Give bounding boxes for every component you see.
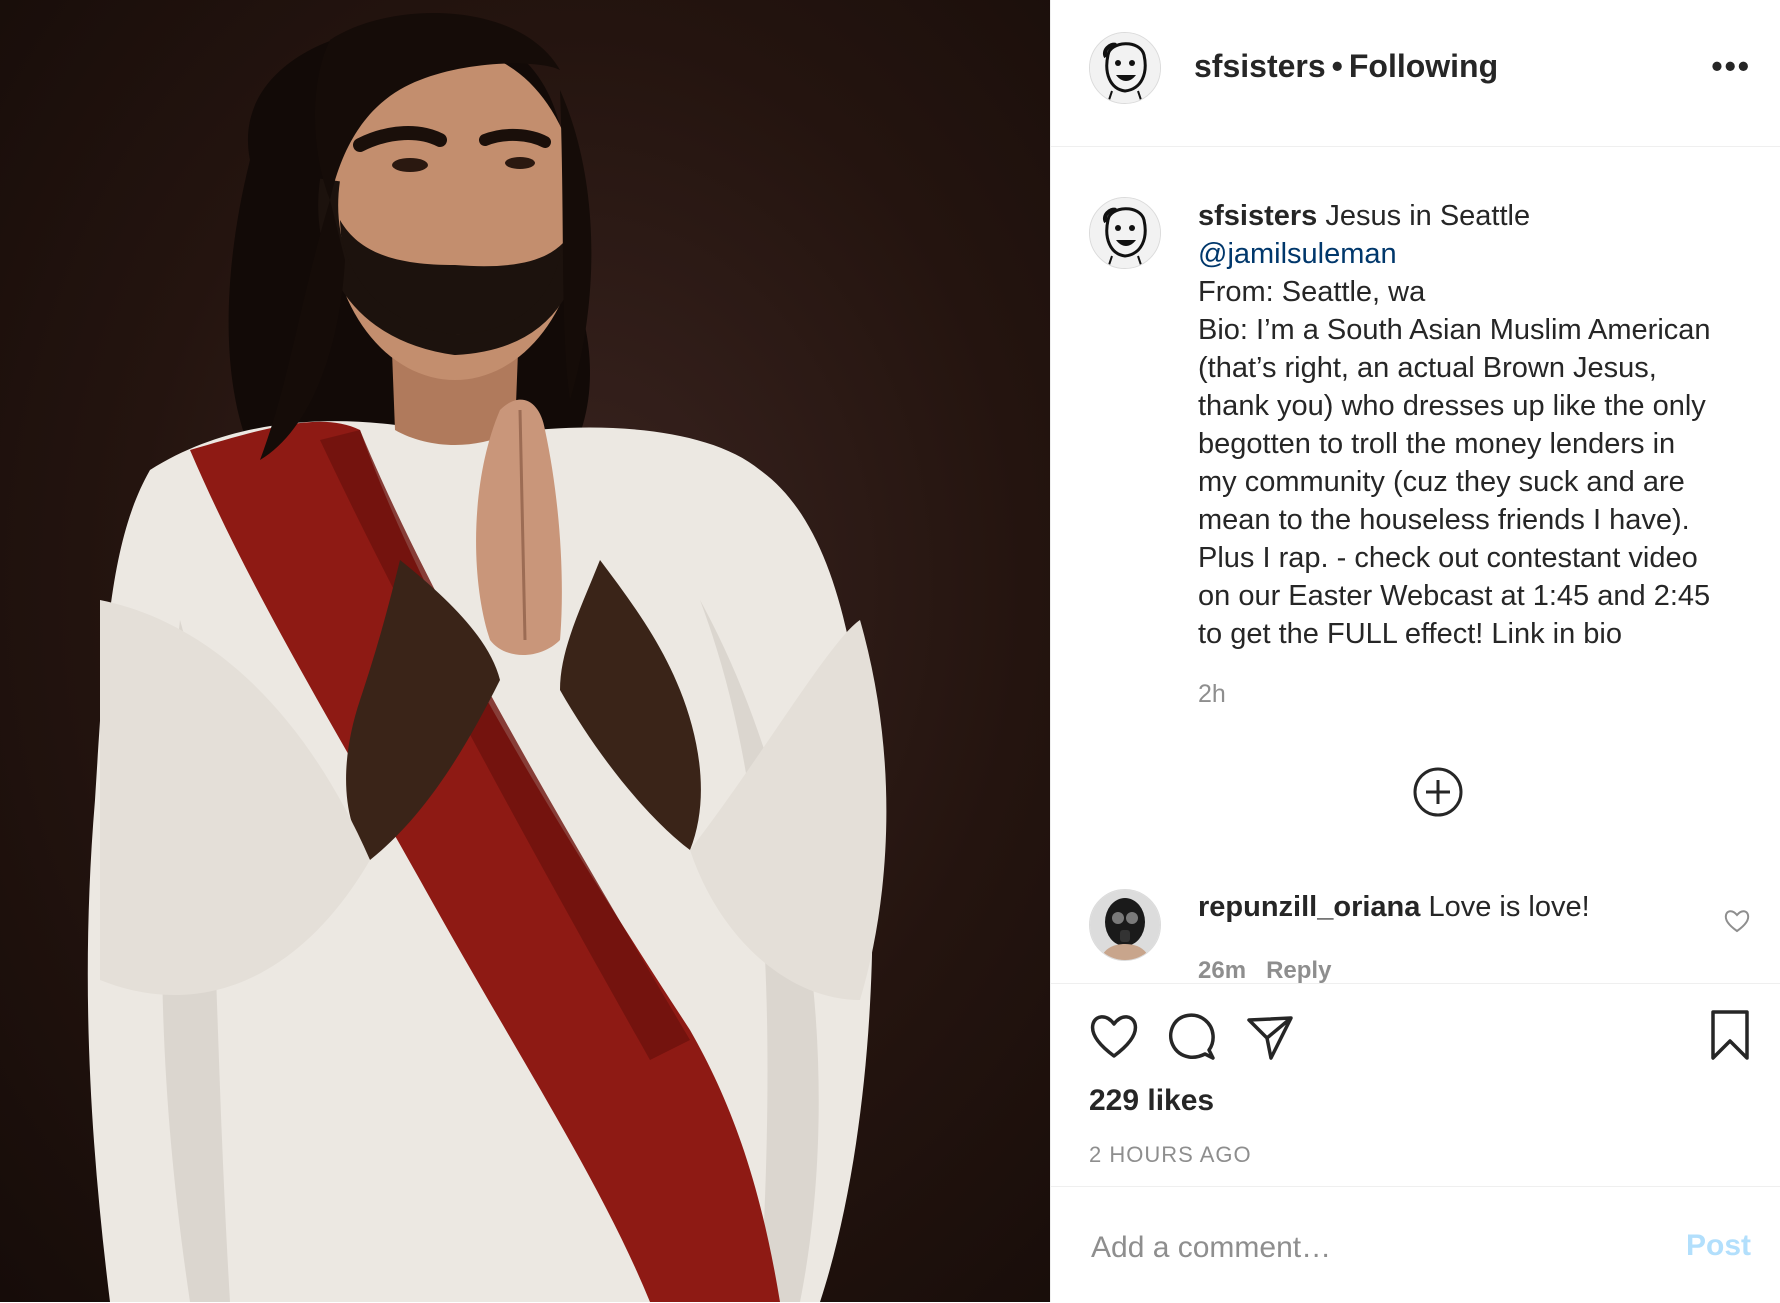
caption-line: Bio: I’m a South Asian Muslim American (1198, 314, 1711, 346)
post-comment-button[interactable]: Post (1686, 1229, 1751, 1263)
add-comment-bar: Post (1051, 1186, 1780, 1303)
comment-text: repunzill_oriana Love is love! (1198, 891, 1590, 924)
post-actions: 229 likes 2 HOURS AGO (1051, 983, 1780, 1184)
caption-line: to get the FULL effect! Link in bio (1198, 618, 1622, 650)
header-separator: • (1331, 48, 1343, 84)
more-options-icon[interactable]: ••• (1711, 48, 1751, 85)
caption-avatar[interactable] (1089, 197, 1161, 269)
header-title: sfsisters • Following (1194, 48, 1498, 85)
caption-line: (that’s right, an actual Brown Jesus, (1198, 352, 1657, 384)
caption-line: Plus I rap. - check out contestant video (1198, 542, 1698, 574)
likes-count[interactable]: 229 likes (1089, 1084, 1214, 1118)
bookmark-icon[interactable] (1703, 1008, 1757, 1062)
comment-avatar[interactable] (1089, 889, 1161, 961)
post-photo[interactable] (0, 0, 1050, 1302)
share-icon[interactable] (1243, 1010, 1297, 1064)
comment-time: 26m (1198, 957, 1247, 983)
caption-line: begotten to troll the money lenders in (1198, 428, 1676, 460)
post-image (87, 12, 887, 1302)
caption: sfsisters Jesus in Seattle @jamilsuleman… (1198, 197, 1758, 653)
heart-icon[interactable] (1087, 1010, 1141, 1064)
comments-area[interactable]: sfsisters Jesus in Seattle @jamilsuleman… (1051, 147, 1780, 983)
post-timestamp: 2 HOURS AGO (1089, 1142, 1252, 1167)
reply-button[interactable]: Reply (1266, 957, 1331, 983)
caption-mention[interactable]: @jamilsuleman (1198, 235, 1758, 273)
header-username[interactable]: sfsisters (1194, 48, 1326, 84)
following-button[interactable]: Following (1349, 48, 1498, 84)
caption-time: 2h (1198, 680, 1226, 708)
caption-line: my community (cuz they suck and are (1198, 466, 1685, 498)
post-header: sfsisters • Following ••• (1051, 0, 1780, 147)
comment-icon[interactable] (1165, 1010, 1219, 1064)
caption-line: thank you) who dresses up like the only (1198, 390, 1706, 422)
comment-username[interactable]: repunzill_oriana (1198, 891, 1420, 923)
add-comment-input[interactable] (1089, 1227, 1633, 1269)
comment-meta: 26m Reply (1198, 957, 1331, 983)
caption-title: Jesus in Seattle (1325, 200, 1531, 232)
caption-line: on our Easter Webcast at 1:45 and 2:45 (1198, 580, 1711, 612)
header-avatar[interactable] (1089, 32, 1161, 104)
comment-body: Love is love! (1428, 891, 1590, 923)
caption-line: mean to the houseless friends I have). (1198, 504, 1690, 536)
comment-like-heart-icon[interactable] (1723, 907, 1751, 935)
caption-line: From: Seattle, wa (1198, 276, 1426, 308)
caption-username[interactable]: sfsisters (1198, 200, 1317, 232)
load-more-comments-icon[interactable] (1411, 765, 1465, 819)
post-panel: sfsisters • Following ••• sfsisters Jesus … (1050, 0, 1780, 1302)
